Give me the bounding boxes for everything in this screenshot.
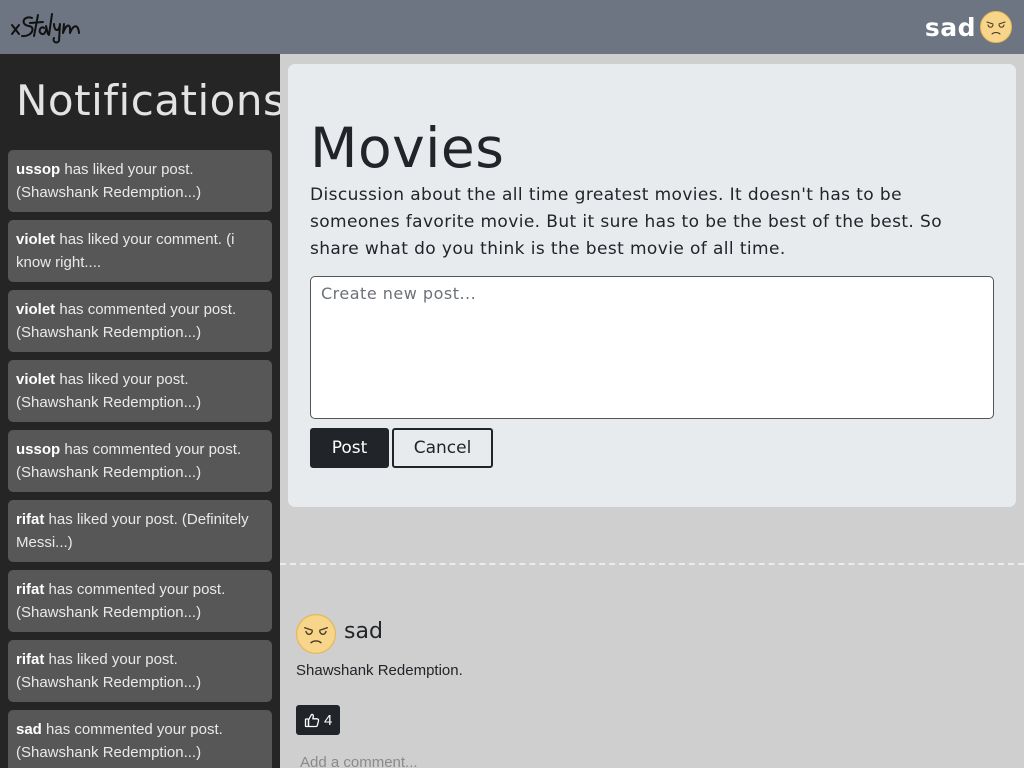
notification-user: rifat [16, 581, 45, 598]
forum-description: Discussion about the all time greatest m… [310, 185, 943, 259]
post-author[interactable]: sad [344, 619, 383, 644]
comment-input[interactable] [300, 750, 700, 768]
thumbs-up-icon [304, 713, 320, 728]
notification-text: has commented your post. (Shawshank Rede… [16, 721, 223, 761]
notifications-sidebar: Notifications ussop has liked your post.… [0, 54, 280, 768]
notification-user: violet [16, 371, 56, 388]
notification-user: rifat [16, 511, 45, 528]
notification-text: has liked your post. (Definitely Messi..… [16, 511, 249, 551]
notification-item[interactable]: violet has commented your post. (Shawsha… [8, 290, 272, 352]
post-button[interactable]: Post [310, 428, 389, 468]
notification-user: violet [16, 301, 56, 318]
new-post-input[interactable] [310, 276, 994, 419]
notification-item[interactable]: violet has liked your post. (Shawshank R… [8, 360, 272, 422]
notification-user: ussop [16, 441, 61, 458]
notification-item[interactable]: rifat has liked your post. (Definitely M… [8, 500, 272, 562]
avatar-face-icon[interactable] [980, 11, 1012, 43]
notification-item[interactable]: sad has commented your post. (Shawshank … [8, 710, 272, 768]
sidebar-title: Notifications [16, 76, 280, 125]
notification-list: ussop has liked your post. (Shawshank Re… [8, 150, 272, 768]
notification-item[interactable]: rifat has liked your post. (Shawshank Re… [8, 640, 272, 702]
notification-user: rifat [16, 651, 45, 668]
notification-user: violet [16, 231, 56, 248]
notification-text: has commented your post. (Shawshank Rede… [16, 581, 226, 621]
top-bar: sad [0, 0, 1024, 54]
like-button[interactable]: 4 [296, 705, 341, 735]
notification-text: has liked your post. (Shawshank Redempti… [16, 651, 202, 691]
like-count: 4 [324, 711, 333, 729]
user-name[interactable]: sad [925, 13, 976, 42]
section-divider [280, 563, 1024, 565]
notification-item[interactable]: violet has liked your comment. (i know r… [8, 220, 272, 282]
notification-item[interactable]: ussop has liked your post. (Shawshank Re… [8, 150, 272, 212]
cancel-button[interactable]: Cancel [392, 428, 493, 468]
notification-item[interactable]: rifat has commented your post. (Shawshan… [8, 570, 272, 632]
main-content: Movies Discussion about the all time gre… [280, 54, 1024, 768]
post-body: Shawshank Redemption. [296, 662, 463, 679]
notification-user: sad [16, 721, 42, 738]
notification-user: ussop [16, 161, 61, 178]
logo-signature-icon[interactable] [10, 9, 82, 45]
user-menu[interactable]: sad [925, 10, 1012, 44]
avatar-face-icon[interactable] [296, 614, 336, 654]
notification-item[interactable]: ussop has commented your post. (Shawshan… [8, 430, 272, 492]
forum-title: Movies [310, 116, 505, 180]
forum-card: Movies Discussion about the all time gre… [288, 64, 1016, 507]
